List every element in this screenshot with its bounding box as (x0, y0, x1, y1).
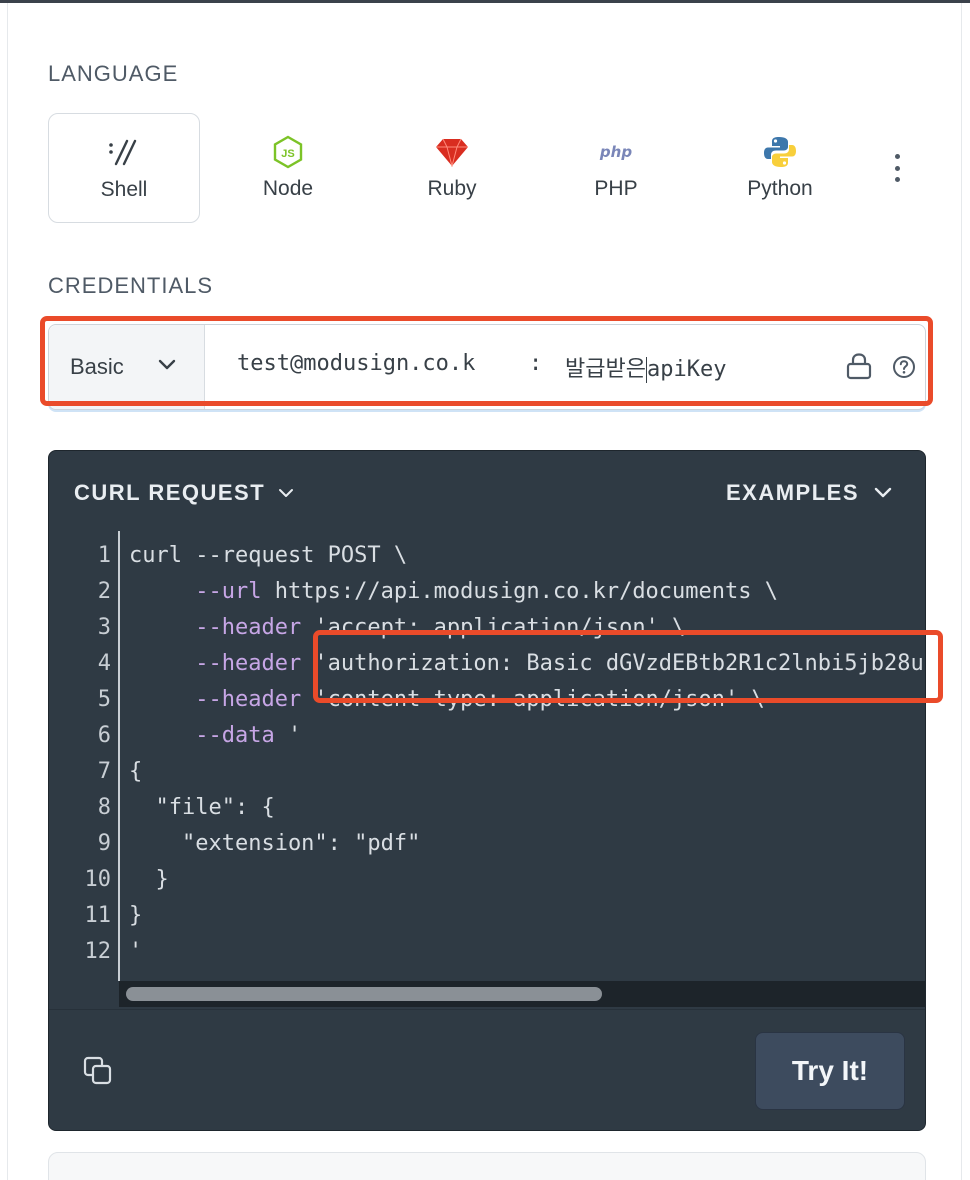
more-vertical-icon[interactable] (882, 150, 912, 186)
line-number: 9 (97, 831, 111, 856)
request-title: CURL REQUEST (74, 480, 266, 505)
code-text: } (129, 867, 169, 892)
line-number: 3 (97, 615, 111, 640)
language-option-label: PHP (594, 177, 638, 200)
language-option-node[interactable]: JS Node (212, 113, 364, 223)
code-line: ' (129, 939, 142, 964)
code-line: curl --request POST \ (129, 543, 407, 568)
gutter-divider (118, 531, 120, 981)
language-option-label: Ruby (427, 177, 477, 200)
language-option-label: Node (262, 177, 314, 200)
code-text: } (129, 903, 143, 928)
examples-label: EXAMPLES (725, 480, 859, 505)
code-text: ' (129, 939, 143, 964)
chevron-down-icon (279, 489, 294, 497)
line-number: 12 (84, 939, 112, 964)
code-line: { (129, 759, 142, 784)
code-line: } (129, 867, 169, 892)
language-option-php[interactable]: php PHP (540, 113, 692, 223)
line-number: 10 (84, 867, 112, 892)
code-line: --data ' (129, 723, 301, 748)
curl-request-card: CURL REQUEST EXAMPLES 1 2 3 4 5 6 7 8 9 … (48, 450, 926, 1131)
credentials-section-label: CREDENTIALS (48, 273, 214, 298)
language-option-python[interactable]: Python (704, 113, 856, 223)
code-line: "file": { (129, 795, 275, 820)
copy-icon[interactable] (82, 1055, 114, 1087)
code-text: "extension": "pdf" (129, 831, 421, 856)
language-option-label: Python (747, 177, 813, 200)
code-keyword: --header (129, 651, 302, 676)
python-icon (763, 135, 797, 169)
scrollbar-thumb[interactable] (126, 987, 602, 1001)
code-keyword: --header (129, 615, 302, 640)
code-line: } (129, 903, 142, 928)
line-number: 2 (97, 579, 111, 604)
line-number: 8 (97, 795, 111, 820)
code-keyword: --url (129, 579, 262, 604)
line-number: 6 (97, 723, 111, 748)
credentials-highlight (40, 316, 933, 406)
svg-text:JS: JS (281, 148, 294, 160)
authorization-highlight (313, 630, 943, 703)
php-icon: php (596, 135, 636, 169)
code-text: https://api.modusign.co.kr/documents \ (261, 579, 779, 604)
code-block: 1 2 3 4 5 6 7 8 9 10 11 12 curl --reques… (49, 529, 925, 1009)
line-number: 5 (97, 687, 111, 712)
language-option-ruby[interactable]: Ruby (376, 113, 528, 223)
line-number: 11 (84, 903, 112, 928)
language-option-shell[interactable]: Shell (48, 113, 200, 223)
code-keyword: --header (129, 687, 302, 712)
try-it-button[interactable]: Try It! (755, 1032, 905, 1110)
code-line: --url https://api.modusign.co.kr/documen… (129, 579, 778, 604)
chevron-down-icon (874, 487, 892, 498)
svg-text:php: php (599, 143, 632, 161)
examples-dropdown[interactable]: EXAMPLES (726, 480, 895, 506)
language-option-label: Shell (100, 178, 148, 201)
line-number: 7 (97, 759, 111, 784)
response-card (48, 1152, 926, 1180)
ruby-icon (435, 135, 469, 169)
code-text: "file": { (129, 795, 275, 820)
request-language-dropdown[interactable]: CURL REQUEST (74, 480, 297, 506)
code-text: curl --request POST \ (129, 543, 408, 568)
card-footer: Try It! (49, 1009, 925, 1130)
line-number: 1 (97, 543, 111, 568)
line-number-gutter: 1 2 3 4 5 6 7 8 9 10 11 12 (49, 529, 119, 979)
line-number: 4 (97, 651, 111, 676)
code-text: { (129, 759, 143, 784)
code-keyword: --data (129, 723, 275, 748)
horizontal-scrollbar[interactable] (119, 981, 925, 1007)
code-text: ' (274, 723, 302, 748)
shell-icon (107, 136, 141, 170)
nodejs-icon: JS (273, 135, 303, 169)
language-section-label: LANGUAGE (48, 61, 179, 86)
code-line: "extension": "pdf" (129, 831, 420, 856)
card-header: CURL REQUEST EXAMPLES (49, 451, 925, 529)
